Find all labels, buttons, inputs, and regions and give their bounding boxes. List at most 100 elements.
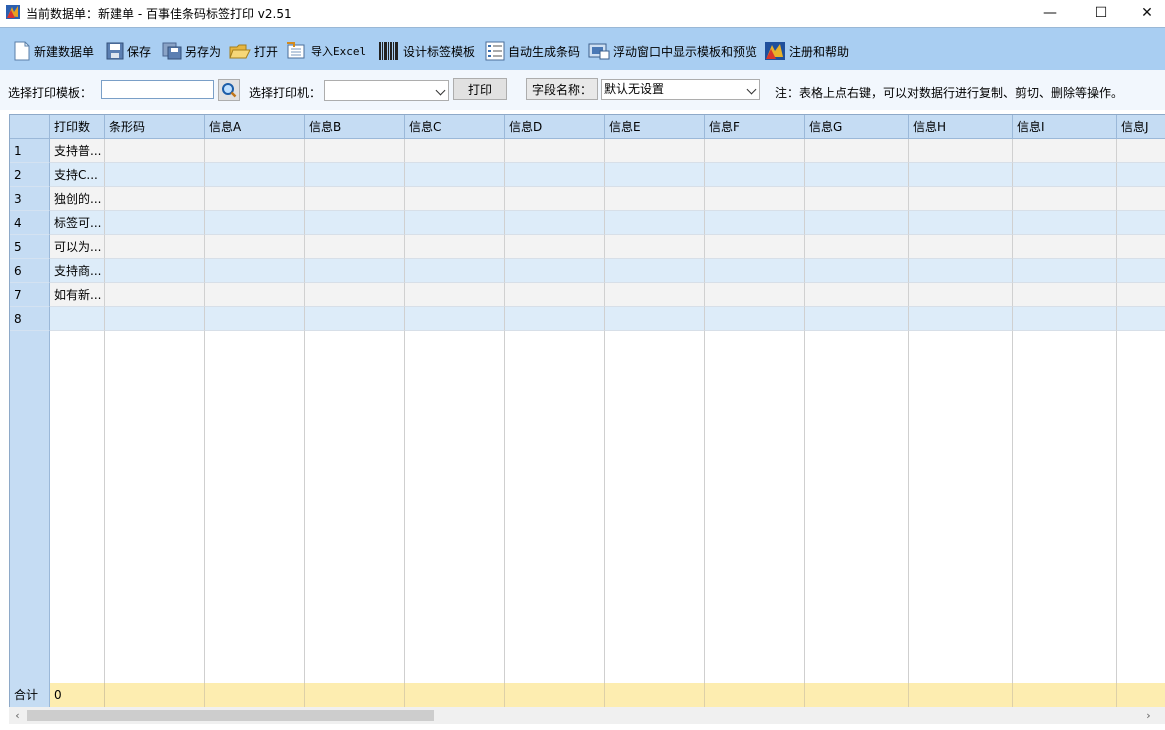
table-cell[interactable] bbox=[705, 235, 805, 259]
table-cell[interactable] bbox=[505, 187, 605, 211]
table-cell[interactable] bbox=[605, 163, 705, 187]
table-cell[interactable] bbox=[1013, 139, 1117, 163]
table-cell[interactable] bbox=[205, 211, 305, 235]
table-cell[interactable] bbox=[605, 139, 705, 163]
table-cell[interactable] bbox=[605, 259, 705, 283]
table-cell[interactable] bbox=[909, 187, 1013, 211]
column-header[interactable]: 信息H bbox=[909, 115, 1013, 139]
table-cell[interactable] bbox=[105, 235, 205, 259]
table-cell[interactable] bbox=[805, 283, 909, 307]
table-cell[interactable] bbox=[1117, 139, 1165, 163]
table-cell[interactable] bbox=[705, 187, 805, 211]
close-button[interactable]: ✕ bbox=[1124, 0, 1165, 26]
table-cell[interactable] bbox=[605, 283, 705, 307]
table-cell[interactable] bbox=[1013, 187, 1117, 211]
auto-barcode-button[interactable]: 自动生成条码 bbox=[485, 40, 580, 62]
column-header[interactable]: 信息I bbox=[1013, 115, 1117, 139]
table-cell[interactable] bbox=[505, 259, 605, 283]
table-cell[interactable] bbox=[505, 307, 605, 331]
table-cell[interactable] bbox=[105, 211, 205, 235]
row-header[interactable]: 5 bbox=[10, 235, 50, 259]
row-header[interactable]: 4 bbox=[10, 211, 50, 235]
table-cell[interactable] bbox=[805, 187, 909, 211]
table-cell[interactable] bbox=[105, 307, 205, 331]
table-cell[interactable]: 支持C... bbox=[50, 163, 105, 187]
table-cell[interactable] bbox=[605, 307, 705, 331]
table-cell[interactable] bbox=[1013, 235, 1117, 259]
row-header[interactable]: 1 bbox=[10, 139, 50, 163]
register-help-button[interactable]: 注册和帮助 bbox=[764, 40, 849, 62]
float-window-button[interactable]: 浮动窗口中显示模板和预览 bbox=[588, 40, 757, 62]
table-cell[interactable] bbox=[1013, 283, 1117, 307]
table-cell[interactable] bbox=[1013, 307, 1117, 331]
table-cell[interactable] bbox=[1013, 163, 1117, 187]
table-cell[interactable] bbox=[405, 139, 505, 163]
scroll-left-arrow[interactable]: ‹ bbox=[9, 707, 26, 724]
template-input[interactable] bbox=[101, 80, 214, 99]
table-cell[interactable] bbox=[405, 283, 505, 307]
table-cell[interactable] bbox=[605, 235, 705, 259]
table-cell[interactable] bbox=[305, 211, 405, 235]
table-cell[interactable] bbox=[305, 259, 405, 283]
row-header[interactable]: 8 bbox=[10, 307, 50, 331]
column-header[interactable]: 信息B bbox=[305, 115, 405, 139]
table-cell[interactable] bbox=[205, 235, 305, 259]
row-header[interactable]: 2 bbox=[10, 163, 50, 187]
table-cell[interactable] bbox=[909, 139, 1013, 163]
table-cell[interactable] bbox=[305, 307, 405, 331]
maximize-button[interactable]: ☐ bbox=[1078, 0, 1124, 26]
table-cell[interactable] bbox=[105, 259, 205, 283]
table-cell[interactable] bbox=[909, 259, 1013, 283]
table-cell[interactable] bbox=[405, 211, 505, 235]
table-cell[interactable] bbox=[50, 307, 105, 331]
table-cell[interactable]: 独创的... bbox=[50, 187, 105, 211]
table-cell[interactable] bbox=[1117, 235, 1165, 259]
column-header[interactable]: 打印数 bbox=[50, 115, 105, 139]
table-cell[interactable] bbox=[305, 283, 405, 307]
table-cell[interactable] bbox=[605, 187, 705, 211]
column-header[interactable]: 信息F bbox=[705, 115, 805, 139]
scroll-right-arrow[interactable]: › bbox=[1140, 707, 1157, 724]
table-cell[interactable] bbox=[805, 163, 909, 187]
table-cell[interactable] bbox=[505, 211, 605, 235]
table-cell[interactable] bbox=[1117, 187, 1165, 211]
save-button[interactable]: 保存 bbox=[106, 40, 151, 62]
table-cell[interactable] bbox=[505, 235, 605, 259]
column-header[interactable]: 信息E bbox=[605, 115, 705, 139]
table-cell[interactable] bbox=[1117, 307, 1165, 331]
table-cell[interactable] bbox=[205, 259, 305, 283]
column-header[interactable]: 信息A bbox=[205, 115, 305, 139]
table-cell[interactable] bbox=[305, 187, 405, 211]
table-cell[interactable] bbox=[805, 259, 909, 283]
table-cell[interactable] bbox=[205, 163, 305, 187]
column-header[interactable]: 信息J bbox=[1117, 115, 1165, 139]
table-cell[interactable] bbox=[1013, 211, 1117, 235]
horizontal-scrollbar[interactable]: ‹ › bbox=[9, 707, 1165, 724]
row-header[interactable]: 3 bbox=[10, 187, 50, 211]
table-cell[interactable] bbox=[205, 307, 305, 331]
table-cell[interactable] bbox=[305, 163, 405, 187]
column-header[interactable]: 信息D bbox=[505, 115, 605, 139]
table-cell[interactable] bbox=[705, 163, 805, 187]
table-cell[interactable] bbox=[805, 307, 909, 331]
print-button[interactable]: 打印 bbox=[453, 78, 507, 100]
table-cell[interactable]: 如有新... bbox=[50, 283, 105, 307]
field-name-select[interactable]: 默认无设置 bbox=[601, 79, 760, 100]
table-cell[interactable] bbox=[1117, 283, 1165, 307]
table-cell[interactable] bbox=[909, 307, 1013, 331]
import-excel-button[interactable]: 导入Excel bbox=[286, 40, 366, 62]
table-cell[interactable] bbox=[305, 235, 405, 259]
table-cell[interactable] bbox=[909, 283, 1013, 307]
table-cell[interactable] bbox=[705, 211, 805, 235]
table-cell[interactable] bbox=[1117, 163, 1165, 187]
table-cell[interactable] bbox=[405, 235, 505, 259]
minimize-button[interactable]: — bbox=[1027, 0, 1073, 26]
table-cell[interactable]: 标签可... bbox=[50, 211, 105, 235]
table-cell[interactable] bbox=[909, 235, 1013, 259]
table-cell[interactable] bbox=[705, 283, 805, 307]
table-cell[interactable] bbox=[405, 187, 505, 211]
column-header[interactable]: 信息G bbox=[805, 115, 909, 139]
design-template-button[interactable]: 设计标签模板 bbox=[378, 40, 475, 62]
table-cell[interactable] bbox=[1013, 259, 1117, 283]
printer-select[interactable] bbox=[324, 80, 449, 101]
